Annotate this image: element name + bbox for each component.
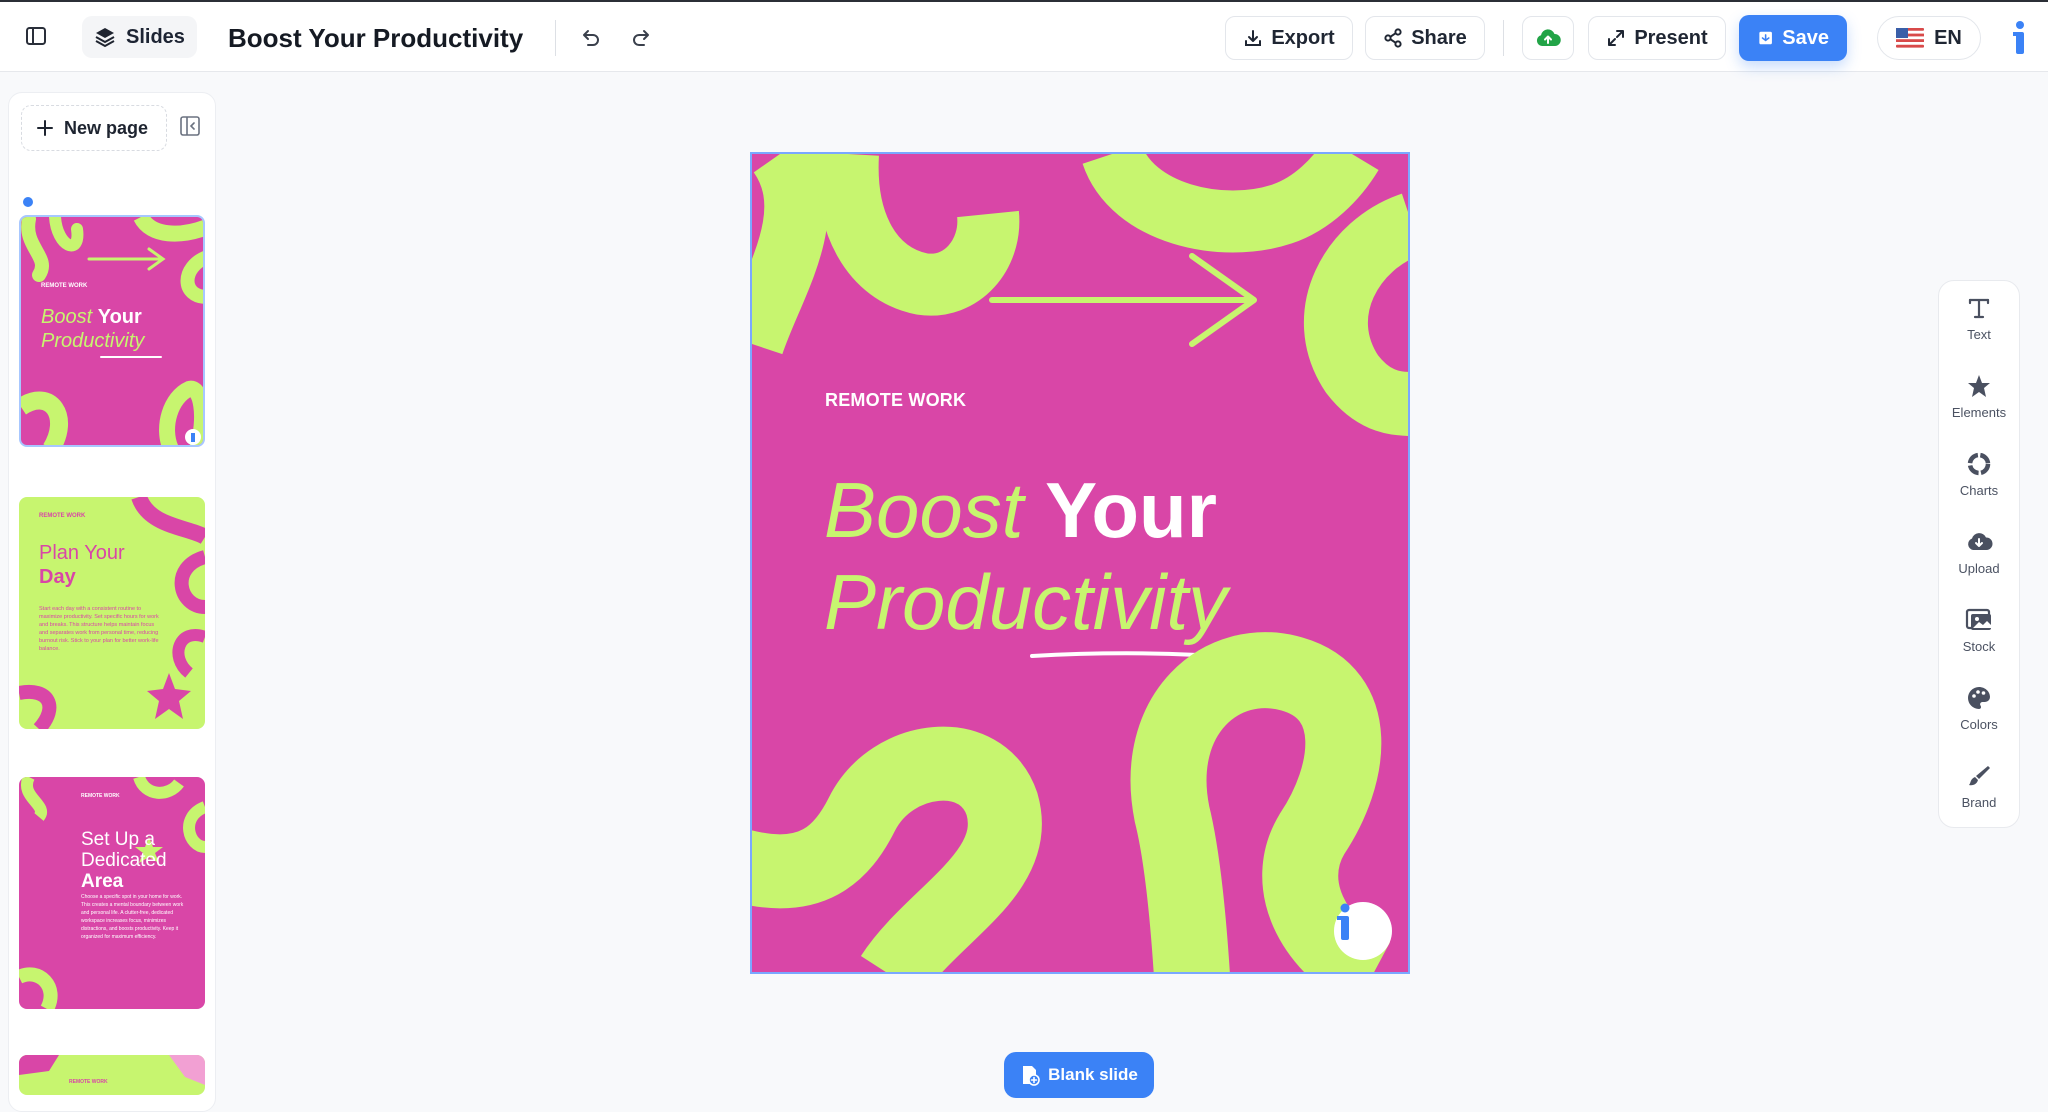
collapse-sidebar-icon [180, 116, 200, 136]
thumbnail-title: Plan Your Day [39, 541, 125, 589]
thumbnail-body: Choose a specific spot in your home for … [81, 894, 184, 940]
save-button[interactable]: Save [1739, 15, 1847, 61]
thumbnail-kicker: REMOTE WORK [41, 283, 88, 289]
redo-button[interactable] [620, 16, 664, 60]
page-thumbnail[interactable]: REMOTE WORK Plan Your Day Start each day… [19, 497, 205, 729]
export-button[interactable]: Export [1225, 16, 1353, 60]
thumbnail-title-bold: Your [97, 306, 142, 328]
slide-title-bold: Your [1045, 466, 1218, 554]
tool-label: Colors [1960, 717, 1998, 732]
tool-label: Text [1967, 327, 1991, 342]
cloud-sync-button[interactable] [1522, 16, 1574, 60]
pie-chart-icon [1964, 449, 1994, 479]
tool-label: Elements [1951, 405, 2007, 420]
blank-slide-button[interactable]: Blank slide [1004, 1052, 1154, 1098]
save-icon [1759, 31, 1772, 45]
toolbar-divider [555, 20, 556, 56]
cloud-upload-icon [1536, 29, 1561, 46]
image-icon [1964, 605, 1994, 635]
tool-label: Upload [1958, 561, 2000, 576]
top-bar: Slides Boost Your Productivity Export Sh… [0, 0, 2048, 72]
sidebar-toggle-icon [26, 27, 46, 45]
language-selector[interactable]: EN [1877, 16, 1981, 60]
share-button[interactable]: Share [1365, 16, 1485, 60]
current-page-indicator [23, 197, 33, 207]
tools-rail: Text Elements Charts Upload Stock Colors [1938, 280, 2020, 828]
thumbnail-body: Start each day with a consistent routine… [39, 606, 159, 652]
tool-text[interactable]: Text [1939, 293, 2019, 363]
present-button[interactable]: Present [1588, 16, 1726, 60]
thumbnail-kicker: REMOTE WORK [69, 1079, 108, 1085]
present-label: Present [1634, 26, 1708, 49]
redo-icon [633, 30, 649, 46]
thumbnail-title: Boost Your Productivity [41, 305, 144, 353]
thumbnail-title-line1: Set Up a [81, 829, 155, 850]
tool-label: Stock [1962, 639, 1996, 654]
tool-brand[interactable]: Brand [1939, 761, 2019, 831]
tool-colors[interactable]: Colors [1939, 683, 2019, 753]
slides-menu-button[interactable]: Slides [82, 16, 197, 58]
toolbar-divider [1503, 20, 1504, 56]
language-label: EN [1934, 26, 1962, 49]
thumbnail-title-line2: Productivity [41, 330, 145, 352]
brush-icon [1964, 761, 1994, 791]
palette-icon [1964, 683, 1994, 713]
save-label: Save [1782, 26, 1829, 49]
tool-charts[interactable]: Charts [1939, 449, 2019, 519]
thumbnail-title: Set Up a Dedicated Area [81, 829, 167, 892]
page-thumbnail[interactable]: REMOTE WORK Boost Your Productivity [19, 215, 205, 447]
thumbnail-title-line3: Area [81, 871, 124, 892]
tool-upload[interactable]: Upload [1939, 527, 2019, 597]
undo-icon [583, 30, 599, 46]
blank-slide-label: Blank slide [1048, 1065, 1138, 1084]
slide-title[interactable]: Boost Your Productivity [824, 464, 1227, 648]
layers-icon [95, 28, 115, 48]
tool-label: Brand [1961, 795, 1997, 810]
sidebar-toggle-button[interactable] [14, 14, 58, 58]
download-icon [1245, 30, 1262, 46]
page-thumbnail[interactable]: REMOTE WORK [19, 1055, 205, 1095]
collapse-sidebar-button[interactable] [179, 115, 203, 139]
star-icon [1964, 371, 1994, 401]
logo-icon [1337, 903, 1350, 940]
thumbnail-title-italic: Boost [41, 306, 93, 328]
slide-logo [1334, 902, 1392, 960]
export-label: Export [1271, 26, 1335, 49]
tool-elements[interactable]: Elements [1939, 371, 2019, 441]
slide-title-line2: Productivity [824, 558, 1228, 646]
thumbnail-title-line2: Day [39, 566, 76, 588]
plus-icon [37, 120, 53, 136]
new-page-button[interactable]: New page [21, 105, 167, 151]
slide-kicker[interactable]: REMOTE WORK [825, 390, 966, 411]
share-icon [1384, 28, 1402, 48]
slide-title-italic: Boost [824, 466, 1024, 554]
page-thumbnail[interactable]: REMOTE WORK Set Up a Dedicated Area Choo… [19, 777, 205, 1009]
expand-icon [1608, 30, 1625, 46]
slides-label: Slides [126, 25, 185, 48]
presentation-title[interactable]: Boost Your Productivity [228, 20, 523, 56]
share-label: Share [1411, 26, 1467, 49]
thumbnail-title-line2: Dedicated [81, 850, 167, 871]
slide-canvas[interactable]: REMOTE WORK Boost Your Productivity [750, 152, 1410, 974]
thumbnail-title-line1: Plan Your [39, 542, 125, 564]
tool-stock[interactable]: Stock [1939, 605, 2019, 675]
thumbnail-kicker: REMOTE WORK [81, 793, 120, 799]
pages-sidebar: New page REMOTE WORK Boost Your Producti… [8, 92, 216, 1112]
tool-label: Charts [1959, 483, 1999, 498]
undo-button[interactable] [568, 16, 612, 60]
app-logo[interactable] [2000, 16, 2040, 60]
us-flag-icon [1896, 28, 1925, 48]
thumbnail-kicker: REMOTE WORK [39, 513, 86, 519]
new-page-label: New page [64, 117, 149, 138]
cloud-upload-icon [1964, 527, 1994, 557]
app-logo-icon [2013, 21, 2024, 54]
text-icon [1964, 293, 1994, 323]
thumbnail-background-art [19, 1055, 205, 1085]
add-page-icon [1023, 1066, 1040, 1086]
